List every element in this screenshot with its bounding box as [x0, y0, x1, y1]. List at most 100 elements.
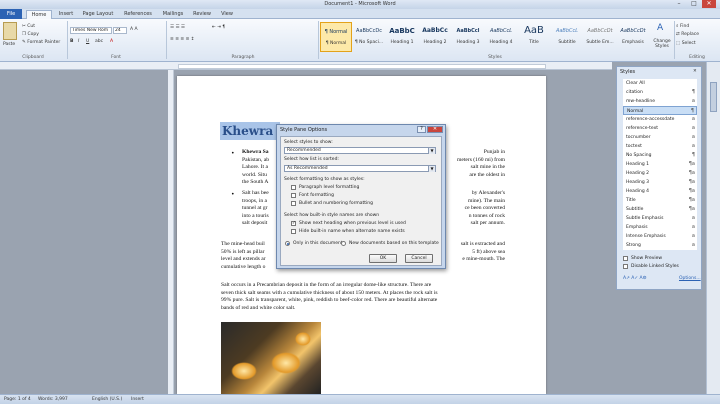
- select-button[interactable]: ⬚ Select: [676, 41, 696, 46]
- font-formatting-checkbox[interactable]: [291, 193, 296, 198]
- style-list-item[interactable]: toctext a: [623, 142, 697, 151]
- font-name-box[interactable]: Times New Rom: [70, 27, 112, 34]
- new-documents-radio[interactable]: [341, 241, 346, 246]
- dialog-close-button[interactable]: ✕: [427, 126, 443, 133]
- salt-mine-photo[interactable]: [221, 322, 321, 394]
- style-heading-4[interactable]: AaBbCcL Heading 4: [485, 22, 517, 52]
- style-emphasis[interactable]: AaBbCcDt Emphasis: [617, 22, 649, 52]
- horizontal-ruler[interactable]: [0, 62, 612, 70]
- style-title[interactable]: AaB Title: [518, 22, 550, 52]
- style-subtitle[interactable]: AaBbCcL Subtitle: [551, 22, 583, 52]
- style-list-item[interactable]: Subtitle ¶a: [623, 205, 697, 214]
- bullets-icon[interactable]: ☰ ☰ ☰: [170, 25, 185, 30]
- paragraph-formatting-checkbox[interactable]: [291, 185, 296, 190]
- styles-pane-close[interactable]: ✕: [693, 69, 697, 74]
- language[interactable]: English (U.S.): [92, 397, 122, 402]
- bullet1-right[interactable]: Punjab in meters (160 mi) from salt mine…: [447, 149, 505, 179]
- tab-mailings[interactable]: Mailings: [158, 10, 188, 19]
- disable-linked-styles-checkbox[interactable]: [623, 264, 628, 269]
- scroll-thumb[interactable]: [710, 82, 717, 112]
- style-heading-2[interactable]: AaBbCc Heading 2: [419, 22, 451, 52]
- font-size-box[interactable]: 24: [113, 27, 127, 34]
- bold-icon[interactable]: B: [70, 39, 73, 44]
- format-painter-button[interactable]: ✎ Format Painter: [22, 40, 60, 45]
- help-button[interactable]: ?: [417, 126, 426, 133]
- options-link[interactable]: Options...: [679, 276, 701, 281]
- style-list-item[interactable]: Subtle Emphasis a: [623, 214, 697, 223]
- style-heading-3[interactable]: AaBbCcl Heading 3: [452, 22, 484, 52]
- bullet-formatting-checkbox[interactable]: [291, 201, 296, 206]
- style-name: ¶ Normal: [325, 41, 347, 46]
- style-sample: AaBbCcl: [456, 28, 480, 34]
- tab-insert[interactable]: Insert: [54, 10, 78, 19]
- strikethrough-icon[interactable]: abc: [95, 39, 103, 44]
- style-list-item[interactable]: Heading 2 ¶a: [623, 169, 697, 178]
- disable-linked-label: Disable Linked Styles: [631, 264, 679, 269]
- bullet2-left[interactable]: Salt has bee troops, in a tunnel at gr i…: [242, 190, 280, 228]
- paste-icon[interactable]: [3, 22, 17, 40]
- insert-mode[interactable]: Insert: [131, 397, 144, 402]
- para1-right[interactable]: salt is extracted and 5 ft) above sea e …: [445, 241, 505, 264]
- tab-references[interactable]: References: [120, 10, 156, 19]
- tab-page-layout[interactable]: Page Layout: [80, 10, 116, 19]
- vertical-ruler[interactable]: [168, 70, 174, 394]
- only-this-document-radio[interactable]: [285, 241, 290, 246]
- document-heading[interactable]: Khewra S: [220, 122, 280, 140]
- style-list-item[interactable]: Heading 4 ¶a: [623, 187, 697, 196]
- paste-button[interactable]: Paste: [3, 42, 15, 47]
- style-list-item[interactable]: mw-headline a: [623, 97, 697, 106]
- style-list-item[interactable]: Title ¶a: [623, 196, 697, 205]
- tab-home[interactable]: Home: [26, 10, 52, 19]
- style-list-item[interactable]: reference-text a: [623, 124, 697, 133]
- minimize-button[interactable]: –: [672, 0, 686, 8]
- font-color-icon[interactable]: A: [110, 39, 113, 44]
- show-next-heading-checkbox[interactable]: ✓: [291, 221, 296, 226]
- style-list-item[interactable]: Heading 1 ¶a: [623, 160, 697, 169]
- para1-left[interactable]: The mine-head buil 50% is left as pillar…: [221, 241, 279, 271]
- ok-button[interactable]: OK: [369, 254, 397, 263]
- style-heading-1[interactable]: AaBbC Heading 1: [386, 22, 418, 52]
- new-style-icon[interactable]: A↗ A✓ A⚙: [623, 276, 647, 281]
- style-list-item[interactable]: tocnumber a: [623, 133, 697, 142]
- style-list-item[interactable]: reference-accessdate a: [623, 115, 697, 124]
- find-button[interactable]: ⌕ Find: [676, 23, 689, 29]
- style-normal[interactable]: ¶ Normal ¶ Normal: [320, 22, 352, 52]
- bullet1-left[interactable]: Khewra Sa Pakistan, ab Lahore. It a worl…: [242, 149, 280, 187]
- style-list-item[interactable]: Strong a: [623, 241, 697, 250]
- close-button[interactable]: ✕: [702, 0, 716, 8]
- style-type-icon: ¶a: [688, 161, 695, 167]
- tab-file[interactable]: File: [0, 9, 22, 19]
- italic-icon[interactable]: I: [78, 39, 79, 44]
- copy-button[interactable]: ❐ Copy: [22, 32, 39, 37]
- vertical-scrollbar[interactable]: [706, 62, 720, 394]
- align-icons[interactable]: ≡ ≡ ≡ ≡ ↕: [170, 37, 195, 42]
- style-list-item[interactable]: citation ¶: [623, 88, 697, 97]
- grow-font-icon[interactable]: A A: [130, 27, 138, 32]
- page-count[interactable]: Page: 1 of 4: [4, 397, 31, 402]
- underline-icon[interactable]: U: [86, 39, 89, 44]
- change-styles-button[interactable]: A Change Styles: [652, 23, 672, 55]
- replace-button[interactable]: ⇄ Replace: [676, 32, 699, 37]
- cancel-button[interactable]: Cancel: [405, 254, 433, 263]
- style-list-item[interactable]: Clear All: [623, 79, 697, 88]
- bullet2-right[interactable]: by Alexander's mine). The main ce been c…: [447, 190, 505, 228]
- word-count[interactable]: Words: 3,997: [38, 397, 68, 402]
- maximize-button[interactable]: □: [687, 0, 701, 8]
- select-styles-dropdown[interactable]: Recommended ▼: [284, 147, 436, 154]
- style-list-item-selected[interactable]: Normal ¶: [623, 106, 697, 115]
- style-item-label: Subtitle: [626, 207, 644, 212]
- cut-button[interactable]: ✂ Cut: [22, 24, 35, 29]
- style-list-item[interactable]: Emphasis a: [623, 223, 697, 232]
- style-list-item[interactable]: No Spacing ¶: [623, 151, 697, 160]
- hide-builtin-name-checkbox[interactable]: [291, 229, 296, 234]
- style-subtle-emphasis[interactable]: AaBbCcDt Subtle Em...: [584, 22, 616, 52]
- style-list-item[interactable]: Heading 3 ¶a: [623, 178, 697, 187]
- tab-review[interactable]: Review: [190, 10, 214, 19]
- tab-view[interactable]: View: [216, 10, 238, 19]
- style-list-item[interactable]: Intense Emphasis a: [623, 232, 697, 241]
- sort-dropdown[interactable]: As Recommended ▼: [284, 165, 436, 172]
- para2[interactable]: Salt occurs in a Precambrian deposit in …: [221, 282, 507, 312]
- indent-icon[interactable]: ⇤ ⇥ ¶: [212, 25, 225, 30]
- show-preview-checkbox[interactable]: [623, 256, 628, 261]
- style-no-spacing[interactable]: AaBbCcDc ¶ No Spaci...: [353, 22, 385, 52]
